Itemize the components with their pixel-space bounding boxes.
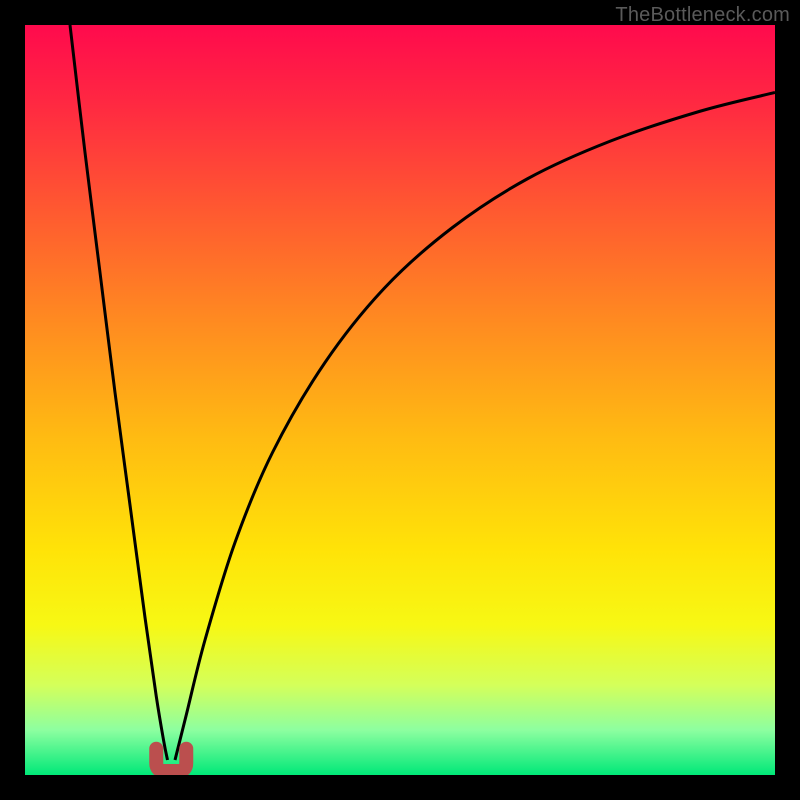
plot-area bbox=[25, 25, 775, 775]
attribution-label: TheBottleneck.com bbox=[615, 4, 790, 27]
heatmap-background bbox=[25, 25, 775, 775]
plot-svg bbox=[25, 25, 775, 775]
chart-frame: TheBottleneck.com bbox=[0, 0, 800, 800]
